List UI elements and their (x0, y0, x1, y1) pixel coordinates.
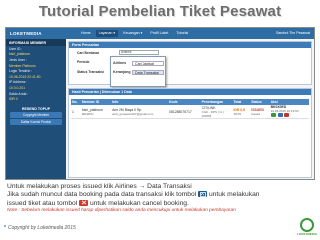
member-id: bisri_platinum (81, 107, 103, 112)
caption-line-3: issued tiket atau tombol untuk melakukan… (7, 199, 189, 207)
dropdown-option-cari-jadwal[interactable]: Cari Jadwal (132, 61, 164, 66)
app-header: LOKETMEDIA Home Layanan ▾ Keuangan ▾ Pro… (6, 28, 314, 39)
cancel-icon[interactable] (284, 113, 290, 117)
cancel-button-icon (79, 199, 89, 206)
caption-line-1: Untuk melakukan proses issued klik Airli… (7, 183, 192, 190)
issued-icon[interactable] (277, 113, 283, 117)
search-row-label: Cari Berdasar (77, 51, 100, 55)
table-row: 1 bisri_platinum 90LWFH Amt 2M Biaya 0 R… (71, 105, 309, 119)
dropdown-option-data-transaksi[interactable]: Data Transaksi (132, 70, 164, 75)
cell-no: 1 (71, 105, 81, 119)
cell-total: IDR 0,8 18.05 (232, 105, 251, 119)
copyright: * Copyright by Loketmedia 2015 (4, 225, 76, 231)
sidebar-section-heading: RESEND TOPUP (21, 106, 51, 111)
booking-time: 19-06-2015 22:19:50 (270, 109, 299, 113)
star-icon: * (4, 225, 6, 231)
sidebar: INFORMASI MEMBER User ID : bisri_platinu… (6, 39, 66, 179)
cell-member: bisri_platinum 90LWFH (80, 105, 112, 119)
sidebar-heading: INFORMASI MEMBER (6, 39, 66, 46)
main-content: Form Pencarian Cari Berdasar Airlines Pe… (68, 41, 312, 179)
sidebar-button-komisi[interactable]: Daftar Komisi Produk (10, 118, 62, 125)
cell-code: 081288076717 (168, 105, 201, 119)
nav-profil-loket[interactable]: Profil Loket (147, 30, 171, 37)
info-text: Amt 2M Biaya 0 Rp (112, 107, 142, 112)
brand-logo-icon (300, 218, 314, 232)
user-menu[interactable]: Sambut Tim Pesawat (276, 28, 310, 39)
nav-tutorial[interactable]: Tutorial (173, 30, 191, 37)
cell-actions: BK0X0ED 19-06-2015 22:19:50 (269, 105, 309, 119)
dropdown-item-airlines[interactable]: Airlines (113, 61, 126, 66)
info-email: amit_gunawan107@gmail.com (112, 111, 154, 116)
layanan-dropdown-menu: Airlines Cari Jadwal Keranjang Data Tran… (110, 56, 166, 87)
flight-airline: CITILINK (201, 105, 216, 110)
cell-info: Amt 2M Biaya 0 Rp amit_gunawan107@gmail.… (111, 105, 169, 119)
nav-keuangan[interactable]: Keuangan ▾ (120, 30, 145, 37)
results-panel-header: Hasil Pencarian | Ditemukan 1 Data (69, 89, 311, 95)
main-nav: Home Layanan ▾ Keuangan ▾ Profil Loket T… (78, 30, 191, 37)
results-panel: Hasil Pencarian | Ditemukan 1 Data No. M… (68, 88, 312, 178)
total-sub: 18.05 (233, 111, 241, 116)
airlines-field[interactable]: Airlines (119, 50, 159, 55)
app-screenshot: LOKETMEDIA Home Layanan ▾ Keuangan ▾ Pro… (5, 27, 315, 180)
status-sub: Issued (251, 111, 261, 116)
app-logo: LOKETMEDIA (10, 31, 42, 36)
view-icon[interactable] (270, 113, 276, 117)
nav-home[interactable]: Home (78, 30, 94, 37)
nav-layanan[interactable]: Layanan ▾ (95, 30, 119, 37)
search-panel: Form Pencarian Cari Berdasar Airlines Pe… (68, 41, 312, 85)
status-row-label: Status Transaksi (77, 70, 104, 74)
caption-line-2: Jika sudah muncul data booking pada data… (7, 191, 260, 199)
cell-status: ISSUED Issued (250, 105, 270, 119)
cell-flight: CITILINK CGK - DPS ( G ) QG854 (200, 105, 233, 119)
total-amount: IDR 0,8 (233, 107, 245, 112)
dropdown-item-keranjang[interactable]: Keranjang (113, 70, 131, 75)
instruction-caption: Untuk melakukan proses issued klik Airli… (7, 183, 315, 214)
caption-note: Note : Sebelum melakukan issued harap di… (7, 208, 236, 214)
period-row-label: Periode (77, 60, 90, 64)
issued-button-icon (198, 191, 208, 198)
status-badge: ISSUED (251, 107, 264, 112)
slide-title: Tutorial Pembelian Tiket Pesawat (38, 3, 282, 20)
search-panel-header: Form Pencarian (69, 42, 311, 48)
sidebar-button-copyright[interactable]: Copyright Member (10, 111, 62, 118)
results-table: No. Member ID Info Kode Penerbangan Tota… (71, 99, 309, 119)
flight-number: QG854 (201, 113, 212, 118)
brand-logo-text: LOKETMEDIA (297, 232, 317, 236)
member-sub: 90LWFH (81, 111, 94, 116)
